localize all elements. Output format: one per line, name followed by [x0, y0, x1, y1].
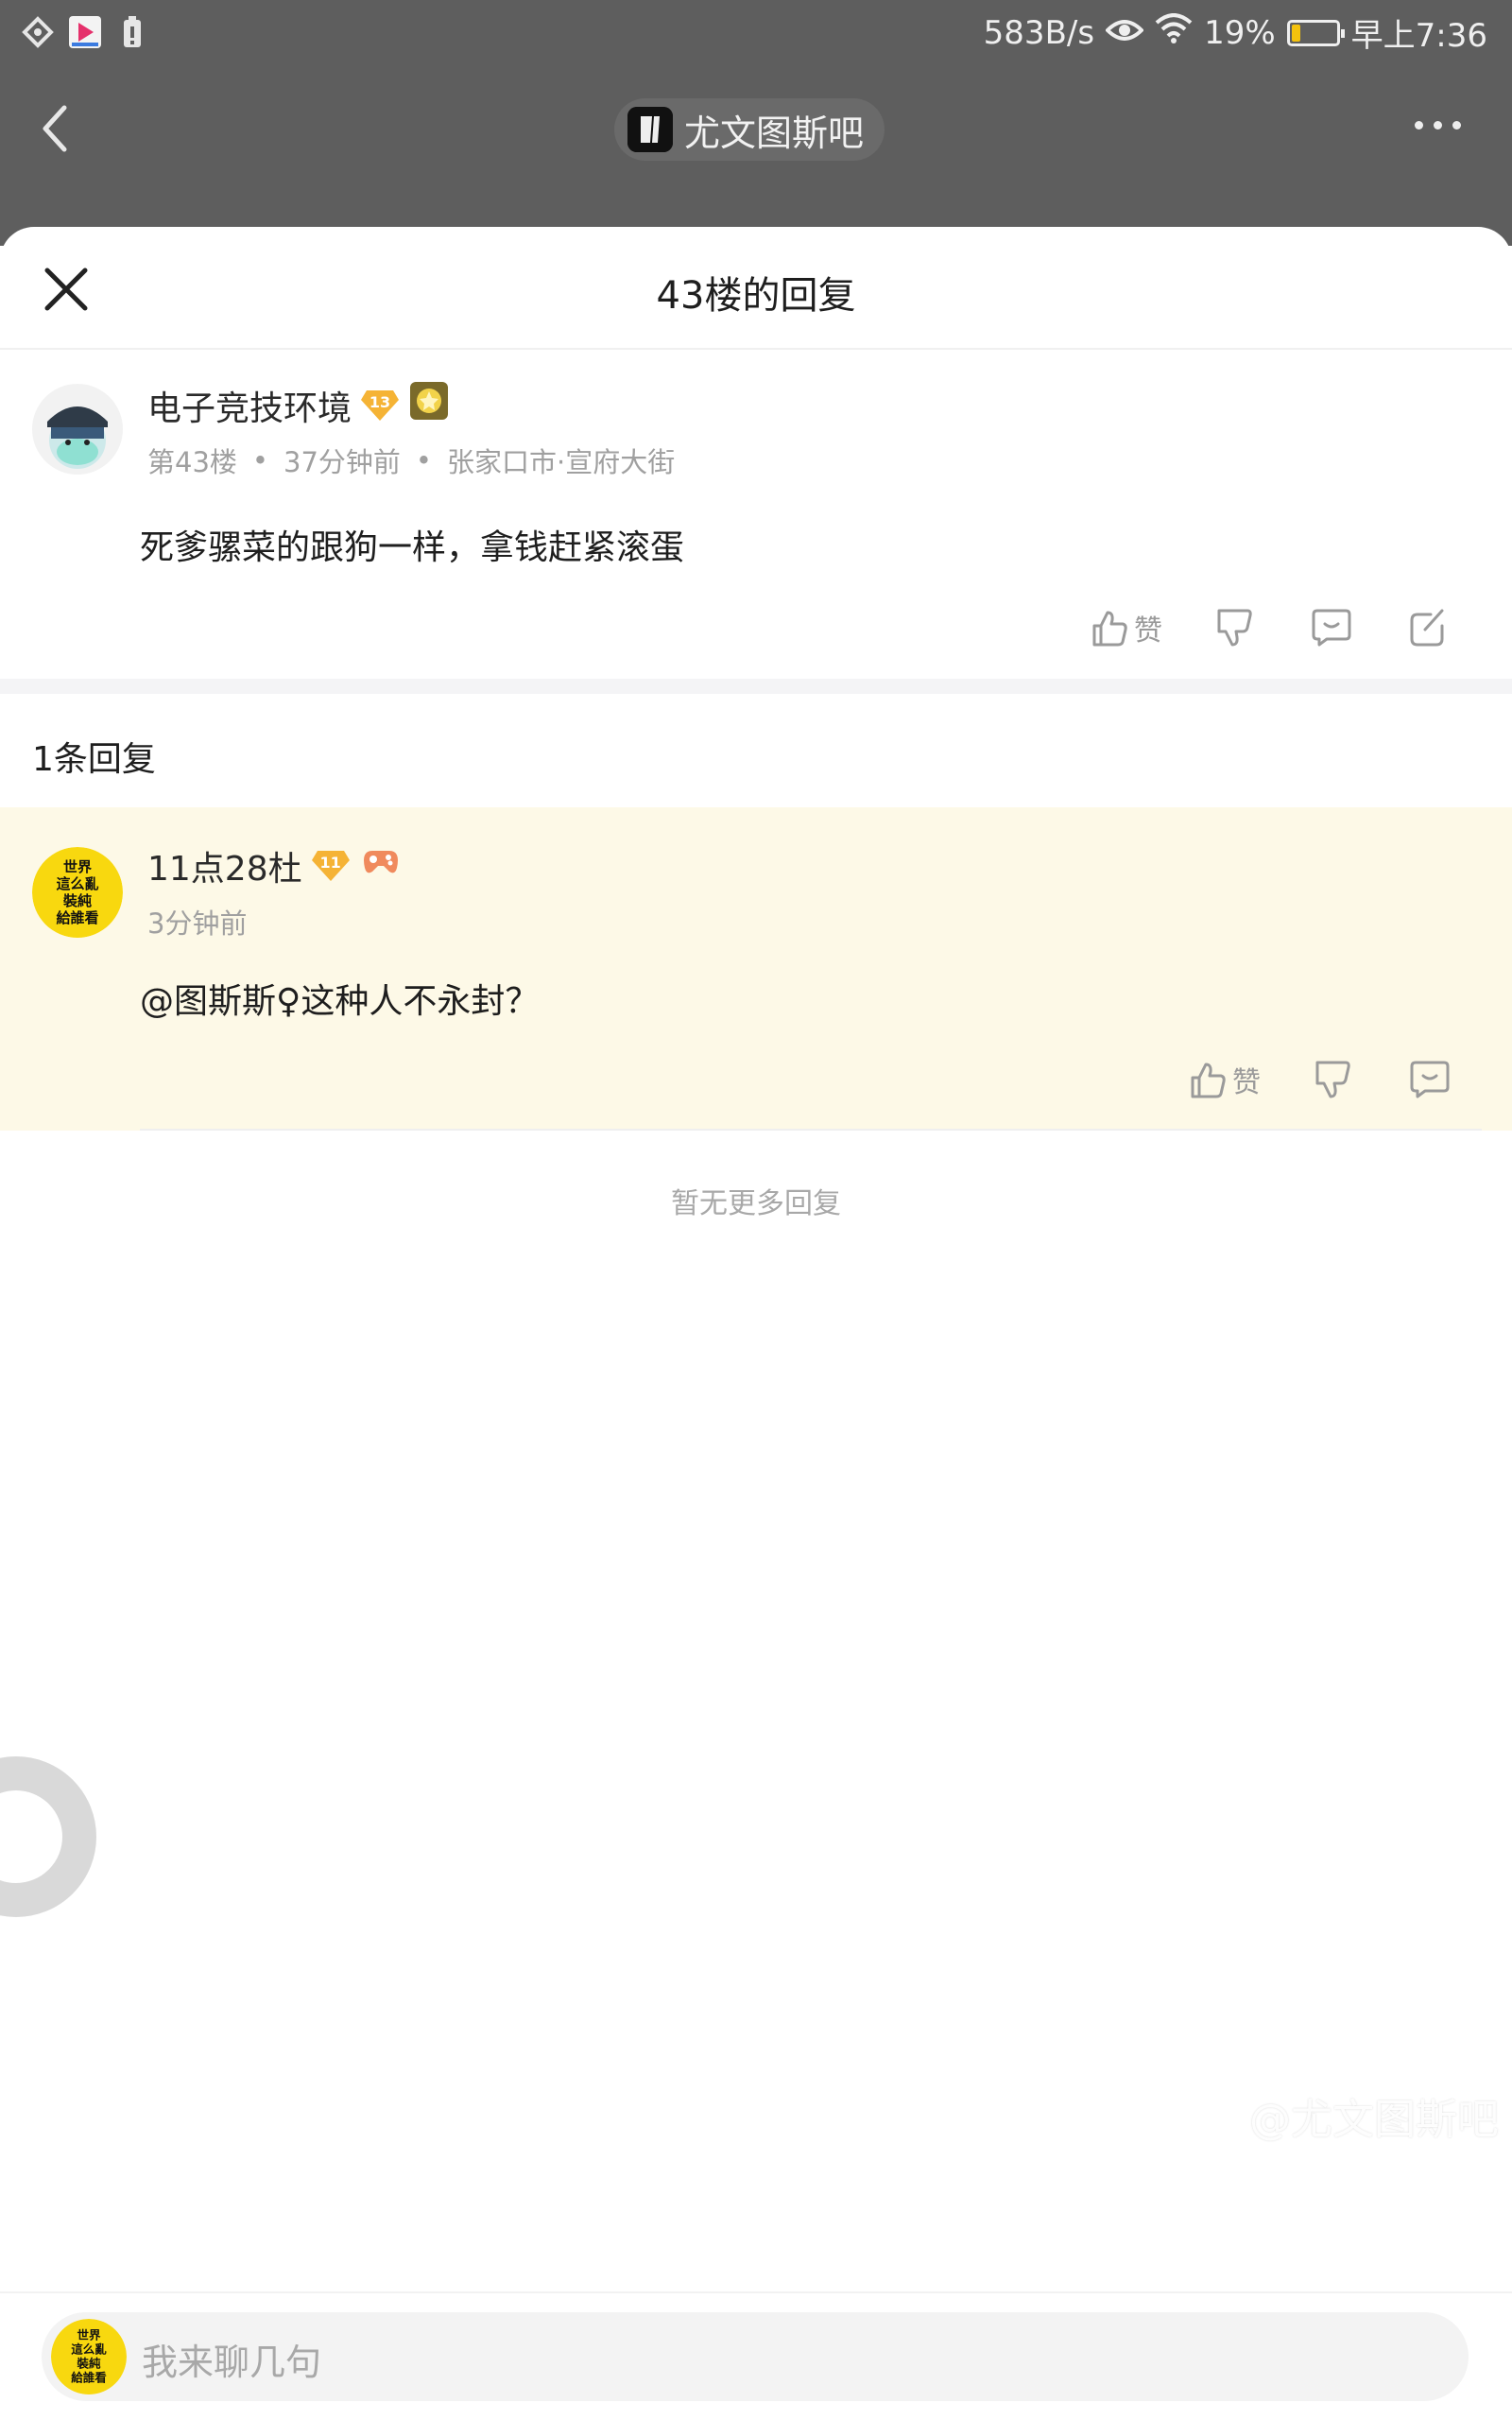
reply-count: 1条回复 — [32, 740, 156, 779]
reply-content: @图斯斯♀这种人不永封？ — [140, 982, 540, 1021]
post-actions: 赞 — [1089, 607, 1450, 648]
floor-number: 第43楼 — [147, 446, 237, 478]
more-dot — [1434, 121, 1442, 130]
member-medal-icon — [408, 380, 450, 430]
reply-actions: 赞 — [1187, 1059, 1452, 1100]
svg-text:給誰看: 給誰看 — [56, 909, 98, 926]
like-label: 赞 — [1134, 614, 1162, 648]
post-time: 37分钟前 — [284, 446, 401, 478]
level-number: 11 — [319, 854, 341, 872]
battery-icon — [1286, 19, 1345, 46]
comment-button[interactable] — [1310, 607, 1353, 648]
thumbs-up-icon — [1191, 1063, 1226, 1098]
no-more-replies: 暂无更多回复 — [671, 1187, 841, 1220]
reply-meta: 3分钟前 — [147, 902, 247, 942]
post-location: 张家口市·宣府大街 — [447, 446, 676, 478]
eye-icon — [1105, 14, 1144, 52]
edit-button[interactable] — [1408, 607, 1450, 648]
meta-separator: • — [415, 444, 433, 476]
svg-text:世界: 世界 — [63, 858, 92, 875]
comment-button[interactable] — [1408, 1059, 1452, 1100]
avatar[interactable] — [32, 384, 123, 475]
svg-text:給誰看: 給誰看 — [71, 2371, 107, 2385]
battery-saver-icon — [115, 15, 149, 49]
battery-fill — [1291, 24, 1301, 42]
svg-text:裝純: 裝純 — [62, 892, 92, 909]
status-bar: 583B/s 19% 早上7:36 — [0, 0, 1512, 68]
clock: 早上7:36 — [1350, 17, 1487, 55]
input-placeholder: 我来聊几句 — [142, 2342, 322, 2383]
reply-time: 3分钟前 — [147, 908, 248, 940]
status-right: 583B/s 19% 早上7:36 — [984, 9, 1487, 56]
section-divider — [0, 679, 1512, 694]
forum-name: 尤文图斯吧 — [684, 112, 865, 154]
more-dot — [1452, 121, 1461, 130]
wifi-icon — [1155, 13, 1193, 52]
vpn-diamond-icon — [21, 15, 55, 49]
meta-separator: • — [251, 444, 269, 476]
watermark: @尤文图斯吧 — [1196, 2085, 1499, 2146]
comment-bubble-icon — [1312, 609, 1351, 647]
floor-post: 电子竞技环境 13 第43楼 • 37分钟前 • 张家口市·宣府大街 死爹骡菜的… — [0, 350, 1512, 679]
sheet-title: 43楼的回复 — [656, 274, 856, 318]
level-badge: 11 — [311, 849, 350, 883]
top-nav: 尤文图斯吧 — [0, 68, 1512, 191]
svg-text:裝純: 裝純 — [76, 2357, 101, 2371]
edit-pen-icon — [1410, 609, 1444, 647]
back-button[interactable] — [38, 102, 85, 159]
post-username[interactable]: 电子竞技环境 — [147, 381, 352, 430]
status-left-icons — [21, 15, 149, 49]
svg-text:這么亂: 這么亂 — [56, 875, 98, 892]
reply-input-bar: 世界 這么亂 裝純 給誰看 我来聊几句 — [0, 2291, 1512, 2420]
chevron-left-icon — [43, 105, 67, 152]
reply-input[interactable]: 世界 這么亂 裝純 給誰看 我来聊几句 — [42, 2312, 1469, 2401]
juventus-logo-icon — [627, 107, 673, 152]
floating-ball[interactable] — [0, 1756, 96, 1917]
watermark-text: @尤文图斯吧 — [1249, 2096, 1499, 2144]
thumbs-down-icon — [1315, 1061, 1350, 1098]
level-number: 13 — [369, 392, 391, 411]
post-content: 死爹骡菜的跟狗一样，拿钱赶紧滚蛋 — [140, 528, 685, 567]
level-badge: 13 — [361, 389, 400, 423]
thumbs-up-icon — [1092, 611, 1127, 647]
post-meta: 第43楼 • 37分钟前 • 张家口市·宣府大街 — [147, 441, 675, 480]
avatar[interactable]: 世界 這么亂 裝純 給誰看 — [32, 847, 123, 938]
svg-text:世界: 世界 — [77, 2328, 101, 2342]
svg-text:這么亂: 這么亂 — [71, 2342, 107, 2357]
thumbs-down-icon — [1217, 609, 1252, 647]
dislike-button[interactable] — [1312, 1059, 1353, 1100]
comment-bubble-icon — [1410, 1061, 1450, 1098]
reply-item: 世界 這么亂 裝純 給誰看 11点28杜 11 3分钟前 @图斯斯♀这种人不永封… — [0, 807, 1512, 1131]
more-button[interactable] — [1415, 121, 1461, 130]
tieba-logo-icon — [1196, 2094, 1240, 2137]
like-button[interactable]: 赞 — [1089, 607, 1162, 648]
like-label: 赞 — [1232, 1066, 1261, 1099]
net-speed: 583B/s — [983, 13, 1095, 52]
sheet-header: 43楼的回复 — [0, 227, 1512, 350]
reply-username[interactable]: 11点28杜 — [147, 841, 302, 890]
battery-percent: 19% — [1204, 13, 1276, 52]
background-app: 583B/s 19% 早上7:36 尤文图斯吧 — [0, 0, 1512, 246]
dislike-button[interactable] — [1213, 607, 1255, 648]
gamepad-medal-icon — [359, 843, 403, 890]
like-button[interactable]: 赞 — [1187, 1059, 1261, 1100]
more-dot — [1415, 121, 1423, 130]
avatar: 世界 這么亂 裝純 給誰看 — [51, 2319, 127, 2394]
forum-pill[interactable]: 尤文图斯吧 — [614, 98, 885, 161]
reply-user-row: 11点28杜 11 — [147, 841, 403, 890]
post-user-row: 电子竞技环境 13 — [147, 380, 450, 430]
reply-divider — [140, 1129, 1482, 1131]
video-app-icon — [68, 15, 102, 49]
